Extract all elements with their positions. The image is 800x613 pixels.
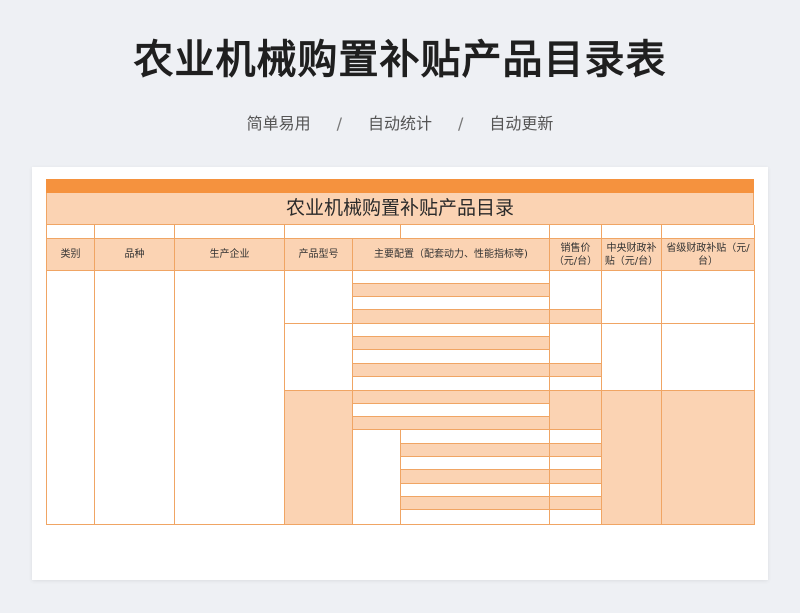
price-cell — [550, 510, 602, 525]
tag-separator: / — [458, 114, 464, 133]
central-subsidy-cell — [602, 391, 662, 525]
config-cell — [401, 457, 550, 470]
tag-auto-update: 自动更新 — [489, 114, 554, 133]
config-cell — [353, 337, 550, 350]
spacer-cell — [47, 225, 95, 239]
model-cell — [285, 391, 353, 525]
model-cell — [285, 271, 353, 324]
spacer-cell — [175, 225, 285, 239]
config-cell — [353, 297, 550, 310]
column-header: 生产企业 — [175, 239, 285, 271]
price-cell — [550, 324, 602, 364]
tag-separator: / — [336, 114, 342, 133]
provincial-subsidy-cell — [662, 391, 755, 525]
config-cell — [401, 510, 550, 525]
page-title: 农业机械购置补贴产品目录表 — [133, 37, 667, 83]
price-cell — [550, 457, 602, 470]
spacer-cell — [550, 225, 602, 239]
spacer-cell — [95, 225, 175, 239]
config-cell — [353, 284, 550, 297]
config-cell — [401, 497, 550, 510]
column-header: 类别 — [47, 239, 95, 271]
tag-easy-to-use: 简单易用 — [246, 114, 311, 133]
config-cell — [401, 470, 550, 484]
config-cell — [353, 350, 550, 364]
category-cell — [47, 271, 95, 525]
sheet-grid: 类别 品种 生产企业 产品型号 主要配置（配套动力、性能指标等) 销售价 （元/台） 中央财… — [46, 225, 755, 525]
feature-tagline: 简单易用 / 自动统计 / 自动更新 — [0, 113, 800, 135]
price-cell — [550, 310, 602, 324]
central-subsidy-cell — [602, 271, 662, 324]
catalog-sheet: 农业机械购置补贴产品目录 类别 品种 生产企业 产品型号 主要配置（配套动力、性能指标等… — [46, 179, 755, 525]
column-header: 品种 — [95, 239, 175, 271]
spreadsheet-preview-card: 农业机械购置补贴产品目录 类别 品种 生产企业 产品型号 主要配置（配套动力、性能指标等… — [32, 167, 768, 580]
config-cell — [353, 430, 401, 525]
config-cell — [401, 484, 550, 497]
price-cell — [550, 484, 602, 497]
provincial-subsidy-cell — [662, 324, 755, 391]
column-header: 省级财政补贴（元/ 台） — [662, 239, 755, 271]
config-cell — [401, 430, 550, 444]
config-cell — [353, 310, 550, 324]
config-cell — [353, 417, 550, 430]
config-cell — [353, 391, 550, 404]
price-cell — [550, 271, 602, 310]
spacer-cell — [285, 225, 401, 239]
sheet-title: 农业机械购置补贴产品目录 — [46, 193, 754, 225]
config-cell — [353, 404, 550, 417]
central-subsidy-cell — [602, 324, 662, 391]
config-cell — [353, 364, 550, 377]
config-cell — [353, 377, 550, 391]
column-header: 中央财政补 贴（元/台） — [602, 239, 662, 271]
accent-bar — [46, 179, 754, 193]
config-cell — [401, 444, 550, 457]
tag-auto-statistics: 自动统计 — [367, 114, 432, 133]
provincial-subsidy-cell — [662, 271, 755, 324]
price-cell — [550, 377, 602, 391]
model-cell — [285, 324, 353, 391]
config-cell — [353, 324, 550, 337]
price-cell — [550, 430, 602, 444]
manufacturer-cell — [175, 271, 285, 525]
column-header: 销售价 （元/台） — [550, 239, 602, 271]
spacer-cell — [662, 225, 755, 239]
variety-cell — [95, 271, 175, 525]
price-cell — [550, 391, 602, 430]
spacer-cell — [401, 225, 550, 239]
price-cell — [550, 364, 602, 377]
price-cell — [550, 470, 602, 484]
spacer-cell — [602, 225, 662, 239]
column-header: 产品型号 — [285, 239, 353, 271]
column-header: 主要配置（配套动力、性能指标等) — [353, 239, 550, 271]
price-cell — [550, 444, 602, 457]
price-cell — [550, 497, 602, 510]
config-cell — [353, 271, 550, 284]
